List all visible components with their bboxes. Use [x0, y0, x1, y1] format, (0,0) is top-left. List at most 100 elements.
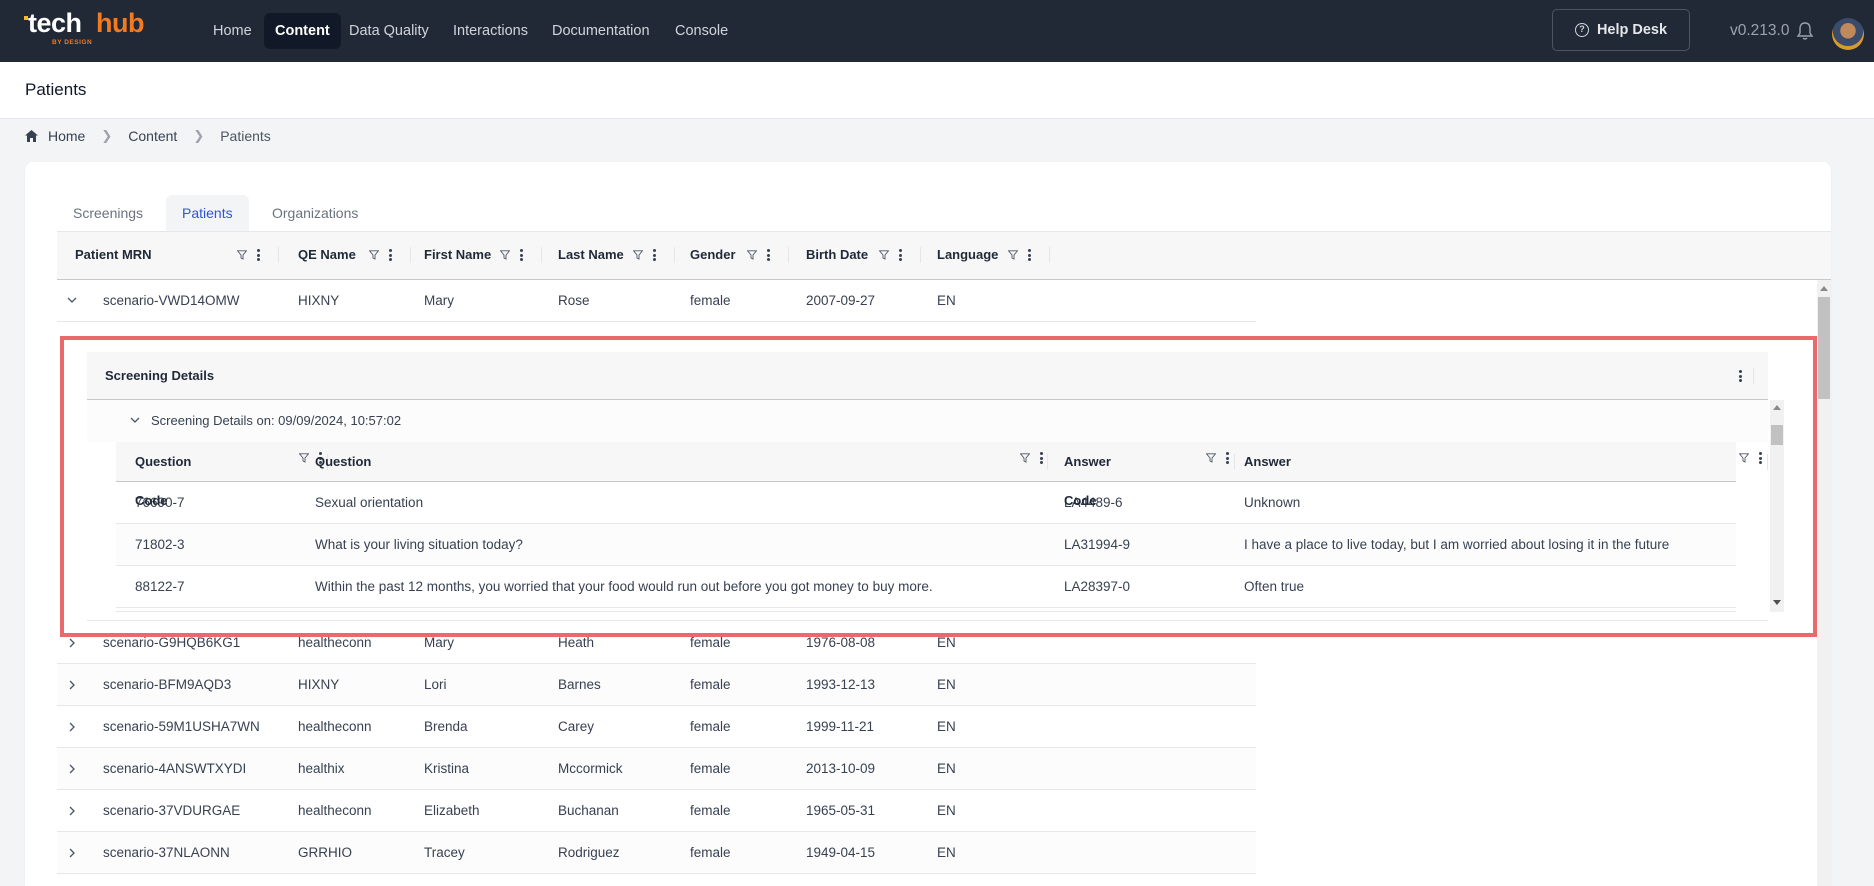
column-menu-icon[interactable] [1759, 452, 1762, 464]
column-menu-icon[interactable] [1040, 452, 1043, 464]
column-menu-icon[interactable] [653, 249, 656, 261]
column-menu-icon[interactable] [520, 249, 523, 261]
filter-icon[interactable] [879, 250, 889, 260]
nav-content[interactable]: Content [264, 13, 341, 49]
details-row[interactable]: 76690-7 Sexual orientation LA4489-6 Unknown [116, 482, 1736, 524]
details-column-header-answer[interactable]: Answer [1244, 442, 1291, 481]
column-header-birth-date[interactable]: Birth Date [806, 231, 868, 279]
filter-icon[interactable] [1206, 453, 1216, 463]
details-scrollbar-thumb[interactable] [1771, 425, 1783, 445]
tab-patients[interactable]: Patients [166, 195, 249, 231]
scroll-down-icon[interactable] [1773, 600, 1781, 605]
tab-organizations[interactable]: Organizations [256, 195, 374, 231]
scroll-up-icon[interactable] [1820, 286, 1828, 291]
column-header-first-name[interactable]: First Name [424, 231, 491, 279]
chevron-right-icon[interactable] [65, 832, 79, 873]
cell-gender: female [690, 719, 731, 734]
nav-console[interactable]: Console [664, 13, 739, 49]
breadcrumb-home[interactable]: Home [48, 128, 85, 144]
chevron-right-icon[interactable] [65, 664, 79, 705]
table-row[interactable]: scenario-59M1USHA7WN healtheconn Brenda Car… [57, 706, 1256, 748]
nav-documentation[interactable]: Documentation [541, 13, 661, 49]
nav-data-quality[interactable]: Data Quality [338, 13, 440, 49]
nav-interactions[interactable]: Interactions [442, 13, 539, 49]
help-desk-button[interactable]: ? Help Desk [1552, 9, 1690, 51]
cell-qe: healtheconn [298, 803, 372, 818]
user-avatar[interactable] [1832, 18, 1864, 50]
table-row[interactable]: scenario-37NLAONN GRRHIO Tracey Rodriguez fe… [57, 832, 1256, 874]
cell-mrn: scenario-G9HQB6KG1 [103, 635, 241, 650]
filter-icon[interactable] [1739, 453, 1749, 463]
bell-icon[interactable] [1796, 21, 1814, 41]
table-row[interactable]: scenario-G9HQB6KG1 healtheconn Mary Heath fe… [57, 622, 1256, 664]
page-title: Patients [25, 80, 87, 99]
cell-lang: EN [937, 635, 956, 650]
tech-hub-logo[interactable]: tech hub BY DESIGN [24, 8, 164, 50]
column-divider [920, 247, 921, 263]
table-row[interactable]: scenario-BFM9AQD3 HIXNY Lori Barnes female 19… [57, 664, 1256, 706]
screening-group-row[interactable]: Screening Details on: 09/09/2024, 10:57:… [87, 400, 1768, 442]
details-cell-answer: Often true [1244, 579, 1305, 594]
details-row[interactable]: 88122-7 Within the past 12 months, you wo… [116, 566, 1736, 608]
tab-screenings[interactable]: Screenings [57, 195, 159, 231]
screening-details-rows: 76690-7 Sexual orientation LA4489-6 Unknown… [116, 482, 1736, 612]
breadcrumb-content[interactable]: Content [128, 128, 177, 144]
chevron-right-icon: ❯ [101, 128, 113, 143]
details-row[interactable]: 71802-3 What is your living situation tod… [116, 524, 1736, 566]
column-menu-icon[interactable] [257, 249, 260, 261]
column-header-gender[interactable]: Gender [690, 231, 736, 279]
filter-icon[interactable] [299, 453, 309, 463]
details-column-header-answer-code[interactable]: Answer Code [1064, 442, 1111, 508]
column-menu-icon[interactable] [1226, 452, 1229, 464]
column-divider [1049, 247, 1050, 263]
cell-mrn: scenario-37VDURGAE [103, 803, 241, 818]
cell-birth: 1999-11-21 [806, 719, 875, 734]
grid-scrollbar-thumb[interactable] [1818, 297, 1830, 399]
filter-icon[interactable] [633, 250, 643, 260]
details-cell-answer: Unknown [1244, 495, 1301, 510]
chevron-right-icon[interactable] [65, 748, 79, 789]
column-menu-icon[interactable] [767, 249, 770, 261]
question-circle-icon: ? [1574, 23, 1589, 37]
cell-first: Mary [424, 635, 454, 650]
column-header-actions [633, 231, 656, 279]
table-row[interactable]: scenario-VWD14OMW HIXNY Mary Rose female 2007… [57, 280, 1256, 322]
grid-scrollbar[interactable] [1817, 280, 1831, 886]
column-divider [788, 247, 789, 263]
filter-icon[interactable] [1020, 453, 1030, 463]
kebab-menu-icon[interactable] [1739, 370, 1742, 382]
cell-first: Tracey [424, 845, 465, 860]
scroll-up-icon[interactable] [1773, 405, 1781, 410]
chevron-down-icon[interactable] [130, 417, 140, 424]
column-menu-icon[interactable] [389, 249, 392, 261]
chevron-right-icon[interactable] [65, 790, 79, 831]
cell-last: Mccormick [558, 761, 623, 776]
chevron-down-icon[interactable] [65, 280, 79, 321]
details-column-header-question-code[interactable]: Question Code [135, 442, 191, 508]
details-cell-question: Within the past 12 months, you worried t… [315, 579, 933, 594]
cell-last: Buchanan [558, 803, 619, 818]
column-header-patient-mrn[interactable]: Patient MRN [75, 231, 152, 279]
filter-icon[interactable] [747, 250, 757, 260]
filter-icon[interactable] [369, 250, 379, 260]
column-header-qe-name[interactable]: QE Name [298, 231, 356, 279]
filter-icon[interactable] [1008, 250, 1018, 260]
column-header-last-name[interactable]: Last Name [558, 231, 624, 279]
cell-qe: healthix [298, 761, 345, 776]
column-header-language[interactable]: Language [937, 231, 998, 279]
cell-gender: female [690, 845, 731, 860]
page-title-bar: Patients [0, 62, 1874, 119]
nav-home[interactable]: Home [202, 13, 263, 49]
cell-first: Brenda [424, 719, 468, 734]
column-menu-icon[interactable] [1028, 249, 1031, 261]
table-row[interactable]: scenario-4ANSWTXYDI healthix Kristina Mccor… [57, 748, 1256, 790]
details-scrollbar[interactable] [1770, 400, 1784, 612]
details-column-header-question[interactable]: Question [315, 442, 371, 481]
filter-icon[interactable] [500, 250, 510, 260]
table-row[interactable]: scenario-37VDURGAE healtheconn Elizabeth Bu… [57, 790, 1256, 832]
chevron-right-icon[interactable] [65, 622, 79, 663]
chevron-right-icon[interactable] [65, 706, 79, 747]
filter-icon[interactable] [237, 250, 247, 260]
cell-qe: healtheconn [298, 719, 372, 734]
column-menu-icon[interactable] [899, 249, 902, 261]
